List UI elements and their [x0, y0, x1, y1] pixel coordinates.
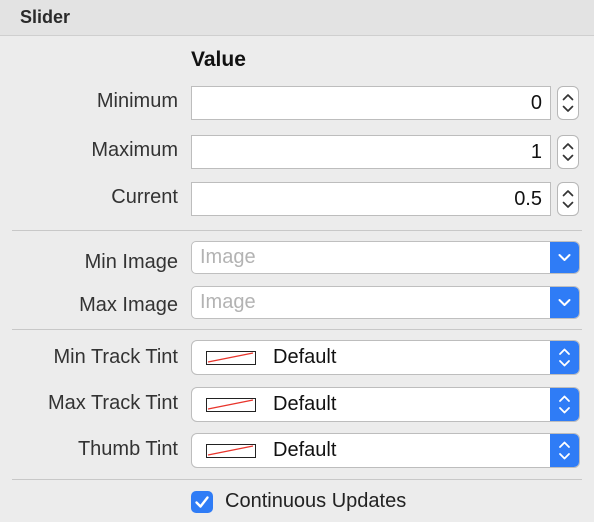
updown-chevrons-icon [559, 348, 570, 367]
max-track-tint-value: Default [273, 393, 337, 415]
chevron-down-icon [558, 299, 571, 306]
no-color-swatch-icon [206, 398, 256, 412]
min-image-placeholder: Image [200, 246, 256, 268]
min-image-label: Min Image [84, 251, 178, 273]
max-image-placeholder: Image [200, 291, 256, 313]
checkmark-icon [195, 496, 209, 508]
max-image-combo[interactable]: Image [191, 286, 580, 319]
no-color-swatch-icon [206, 351, 256, 365]
inspector-header: Slider [0, 0, 594, 36]
min-track-tint-button[interactable] [550, 341, 579, 374]
section-divider [12, 230, 582, 231]
max-track-tint-label: Max Track Tint [47, 392, 178, 414]
maximum-stepper[interactable] [557, 135, 579, 169]
minimum-label: Minimum [96, 90, 178, 112]
maximum-label: Maximum [91, 139, 178, 161]
minimum-stepper[interactable] [557, 86, 579, 120]
min-track-tint-label: Min Track Tint [53, 346, 178, 368]
min-track-tint-popup[interactable]: Default [191, 340, 580, 375]
no-color-swatch-icon [206, 444, 256, 458]
stepper-arrows-icon [562, 94, 574, 112]
thumb-tint-popup[interactable]: Default [191, 433, 580, 468]
section-divider [12, 329, 582, 330]
minimum-field[interactable]: 0 [191, 86, 551, 120]
max-image-dropdown-button[interactable] [550, 287, 579, 318]
updown-chevrons-icon [559, 441, 570, 460]
chevron-down-icon [558, 254, 571, 261]
current-label: Current [111, 186, 178, 208]
updown-chevrons-icon [559, 395, 570, 414]
min-track-tint-value: Default [273, 346, 337, 368]
max-track-tint-popup[interactable]: Default [191, 387, 580, 422]
current-field[interactable]: 0.5 [191, 182, 551, 216]
stepper-arrows-icon [562, 143, 574, 161]
min-image-combo[interactable]: Image [191, 241, 580, 274]
min-image-dropdown-button[interactable] [550, 242, 579, 273]
maximum-field[interactable]: 1 [191, 135, 551, 169]
continuous-updates-label[interactable]: Continuous Updates [225, 490, 406, 513]
section-divider [12, 479, 582, 480]
max-track-tint-button[interactable] [550, 388, 579, 421]
current-stepper[interactable] [557, 182, 579, 216]
section-title: Slider [20, 7, 71, 27]
thumb-tint-button[interactable] [550, 434, 579, 467]
max-image-label: Max Image [79, 294, 178, 316]
continuous-updates-checkbox[interactable] [191, 491, 213, 513]
value-column-title: Value [191, 48, 246, 71]
thumb-tint-value: Default [273, 439, 337, 461]
thumb-tint-label: Thumb Tint [77, 438, 178, 460]
stepper-arrows-icon [562, 190, 574, 208]
